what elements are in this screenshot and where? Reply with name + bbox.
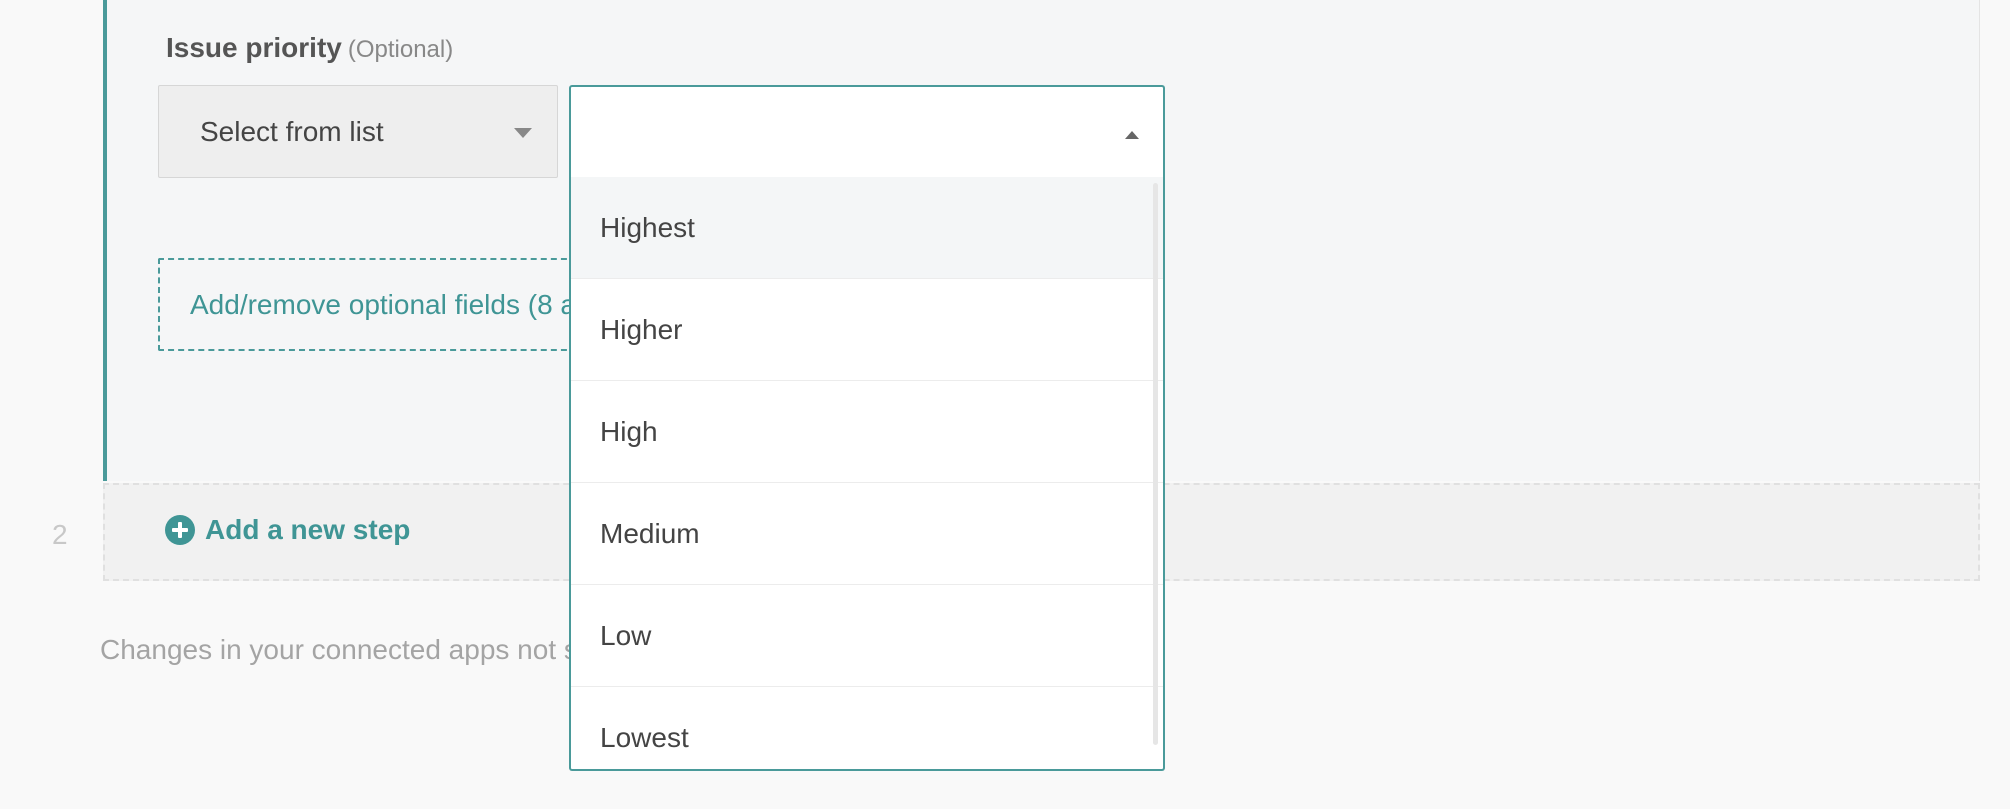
step-number: 2 — [52, 519, 68, 550]
add-new-step-label: Add a new step — [205, 514, 411, 545]
priority-value-select[interactable] — [569, 85, 1165, 178]
mode-select-dropdown[interactable]: Select from list — [158, 85, 558, 178]
dropdown-option-medium[interactable]: Medium — [571, 483, 1163, 585]
add-new-step-button[interactable]: Add a new step — [155, 514, 410, 546]
field-label: Issue priority (Optional) — [166, 32, 453, 64]
priority-dropdown-menu: Highest Higher High Medium Low Lowest — [569, 177, 1165, 771]
option-label: High — [600, 415, 658, 447]
option-label: Medium — [600, 517, 700, 549]
caret-down-icon — [514, 128, 532, 138]
optional-fields-label: Add/remove optional fields (8 a — [190, 288, 576, 320]
optional-tag: (Optional) — [347, 36, 454, 63]
caret-up-icon — [1125, 131, 1139, 139]
dropdown-option-high[interactable]: High — [571, 381, 1163, 483]
option-label: Lowest — [600, 721, 689, 753]
option-label: Higher — [600, 313, 683, 345]
dropdown-option-low[interactable]: Low — [571, 585, 1163, 687]
dropdown-option-higher[interactable]: Higher — [571, 279, 1163, 381]
field-label-text: Issue priority — [166, 32, 342, 63]
dropdown-scrollbar[interactable] — [1153, 183, 1158, 745]
footer-note: Changes in your connected apps not s — [100, 634, 570, 665]
dropdown-option-highest[interactable]: Highest — [571, 177, 1163, 279]
mode-select-value: Select from list — [200, 115, 384, 147]
option-label: Highest — [600, 211, 695, 243]
dropdown-option-lowest[interactable]: Lowest — [571, 687, 1163, 769]
plus-circle-icon — [165, 515, 195, 545]
option-label: Low — [600, 619, 652, 651]
